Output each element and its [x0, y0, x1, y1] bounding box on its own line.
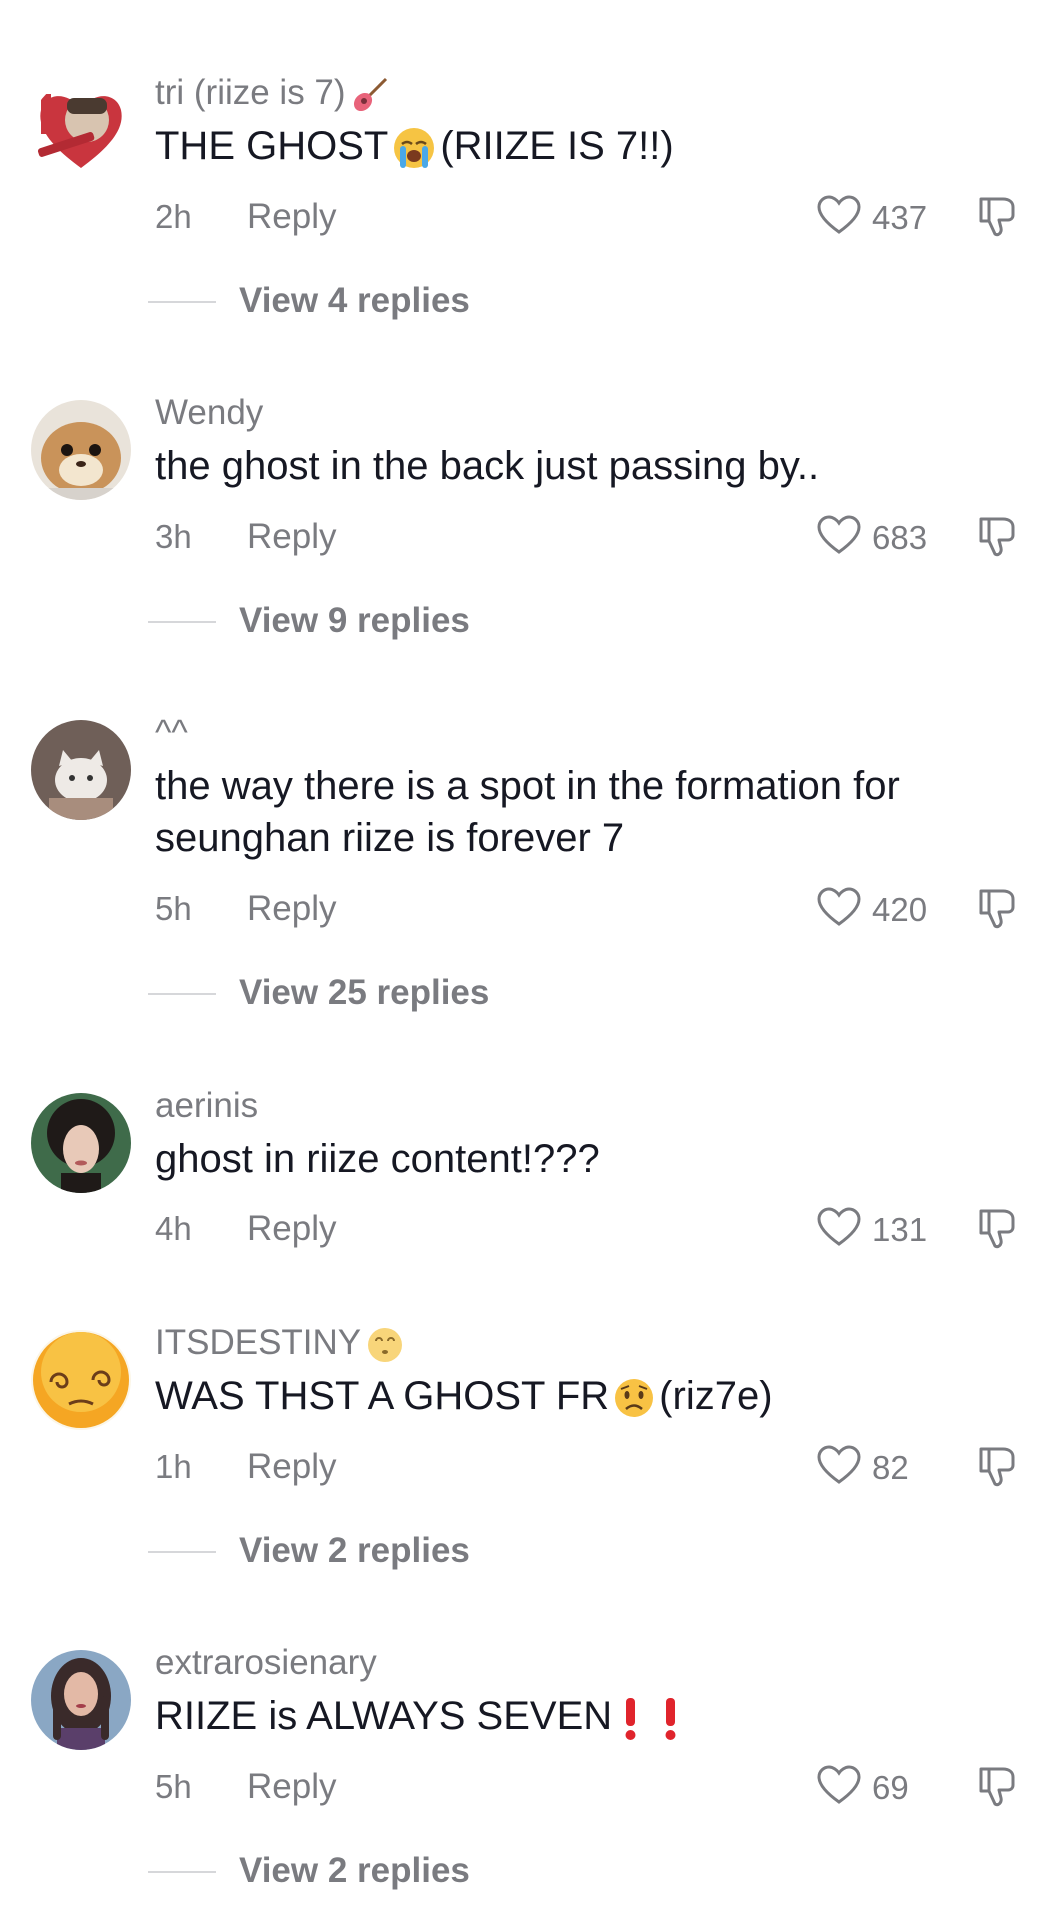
- comment-text: the way there is a spot in the formation…: [155, 764, 900, 860]
- heart-icon: [817, 515, 861, 554]
- double-exclamation-icon: [616, 1695, 686, 1741]
- reply-button[interactable]: Reply: [247, 1209, 336, 1249]
- dizzy-face-icon: [365, 1325, 405, 1365]
- comment-username[interactable]: aerinis: [155, 1086, 258, 1126]
- avatar-image-portrait: [31, 1093, 131, 1193]
- heart-icon: [817, 1445, 861, 1484]
- dislike-button[interactable]: [975, 885, 1021, 936]
- divider-line: [148, 1871, 216, 1873]
- like-count: 69: [872, 1769, 909, 1806]
- avatar[interactable]: [31, 80, 131, 180]
- comment-actions: 5h Reply 69: [155, 1761, 1035, 1811]
- divider-line: [148, 993, 216, 995]
- worried-face-icon: [613, 1377, 655, 1419]
- heart-icon: [817, 887, 861, 926]
- like-count: 131: [872, 1211, 928, 1248]
- thumbs-down-icon: [979, 197, 1015, 237]
- comment-actions: 5h Reply 420: [155, 883, 1035, 933]
- comment-username[interactable]: Wendy: [155, 393, 263, 433]
- like-count: 437: [872, 199, 928, 236]
- comment-timestamp: 1h: [155, 1448, 192, 1485]
- comment-actions: 1h Reply 82: [155, 1441, 1035, 1491]
- divider-line: [148, 301, 216, 303]
- comment-timestamp: 2h: [155, 198, 192, 235]
- thumbs-down-icon: [979, 517, 1015, 557]
- loudly-crying-face-icon: [392, 126, 436, 170]
- avatar-image-dizzy-emoji: [31, 1330, 131, 1430]
- heart-icon: [817, 1207, 861, 1246]
- comment-username[interactable]: tri (riize is 7): [155, 73, 394, 115]
- thumbs-down-icon: [979, 1767, 1015, 1807]
- dislike-button[interactable]: [975, 513, 1021, 564]
- comment-text: RIIZE is ALWAYS SEVEN: [155, 1690, 1015, 1742]
- reply-button[interactable]: Reply: [247, 197, 336, 237]
- reply-button[interactable]: Reply: [247, 1767, 336, 1807]
- reply-button[interactable]: Reply: [247, 1447, 336, 1487]
- comment-timestamp: 5h: [155, 1768, 192, 1805]
- divider-line: [148, 1551, 216, 1553]
- comment-timestamp: 5h: [155, 890, 192, 927]
- divider-line: [148, 621, 216, 623]
- guitar-icon: [350, 75, 390, 115]
- dislike-button[interactable]: [975, 1205, 1021, 1256]
- avatar[interactable]: [31, 400, 131, 500]
- avatar[interactable]: [31, 1093, 131, 1193]
- avatar-image-plush: [31, 400, 131, 500]
- comment-text: the ghost in the back just passing by..: [155, 444, 820, 488]
- thumbs-down-icon: [979, 1209, 1015, 1249]
- reply-button[interactable]: Reply: [247, 517, 336, 557]
- comment-actions: 3h Reply 683: [155, 511, 1035, 561]
- comment-timestamp: 3h: [155, 518, 192, 555]
- comment-username[interactable]: extrarosienary: [155, 1643, 377, 1683]
- reply-button[interactable]: Reply: [247, 889, 336, 929]
- thumbs-down-icon: [979, 1447, 1015, 1487]
- dislike-button[interactable]: [975, 1763, 1021, 1814]
- dislike-button[interactable]: [975, 1443, 1021, 1494]
- avatar-image-cat: [31, 720, 131, 820]
- comment-actions: 4h Reply 131: [155, 1203, 1035, 1253]
- like-count: 420: [872, 891, 928, 928]
- thumbs-down-icon: [979, 889, 1015, 929]
- comment-username[interactable]: ^^: [155, 713, 188, 753]
- comment-text: THE GHOST (RIIZE IS 7!!): [155, 120, 1015, 172]
- avatar[interactable]: [31, 1650, 131, 1750]
- comment-actions: 2h Reply 437: [155, 191, 1035, 241]
- avatar[interactable]: [31, 720, 131, 820]
- comment-text: WAS THST A GHOST FR (riz7e): [155, 1374, 773, 1419]
- avatar[interactable]: [31, 1330, 131, 1430]
- heart-icon: [817, 195, 861, 234]
- comment-timestamp: 4h: [155, 1210, 192, 1247]
- avatar-image-heart: [31, 80, 131, 180]
- heart-icon: [817, 1765, 861, 1804]
- like-count: 82: [872, 1449, 909, 1486]
- dislike-button[interactable]: [975, 193, 1021, 244]
- comment-username[interactable]: ITSDESTINY: [155, 1323, 409, 1365]
- avatar-image-character: [31, 1650, 131, 1750]
- like-count: 683: [872, 519, 928, 556]
- comment-text: ghost in riize content!???: [155, 1137, 600, 1181]
